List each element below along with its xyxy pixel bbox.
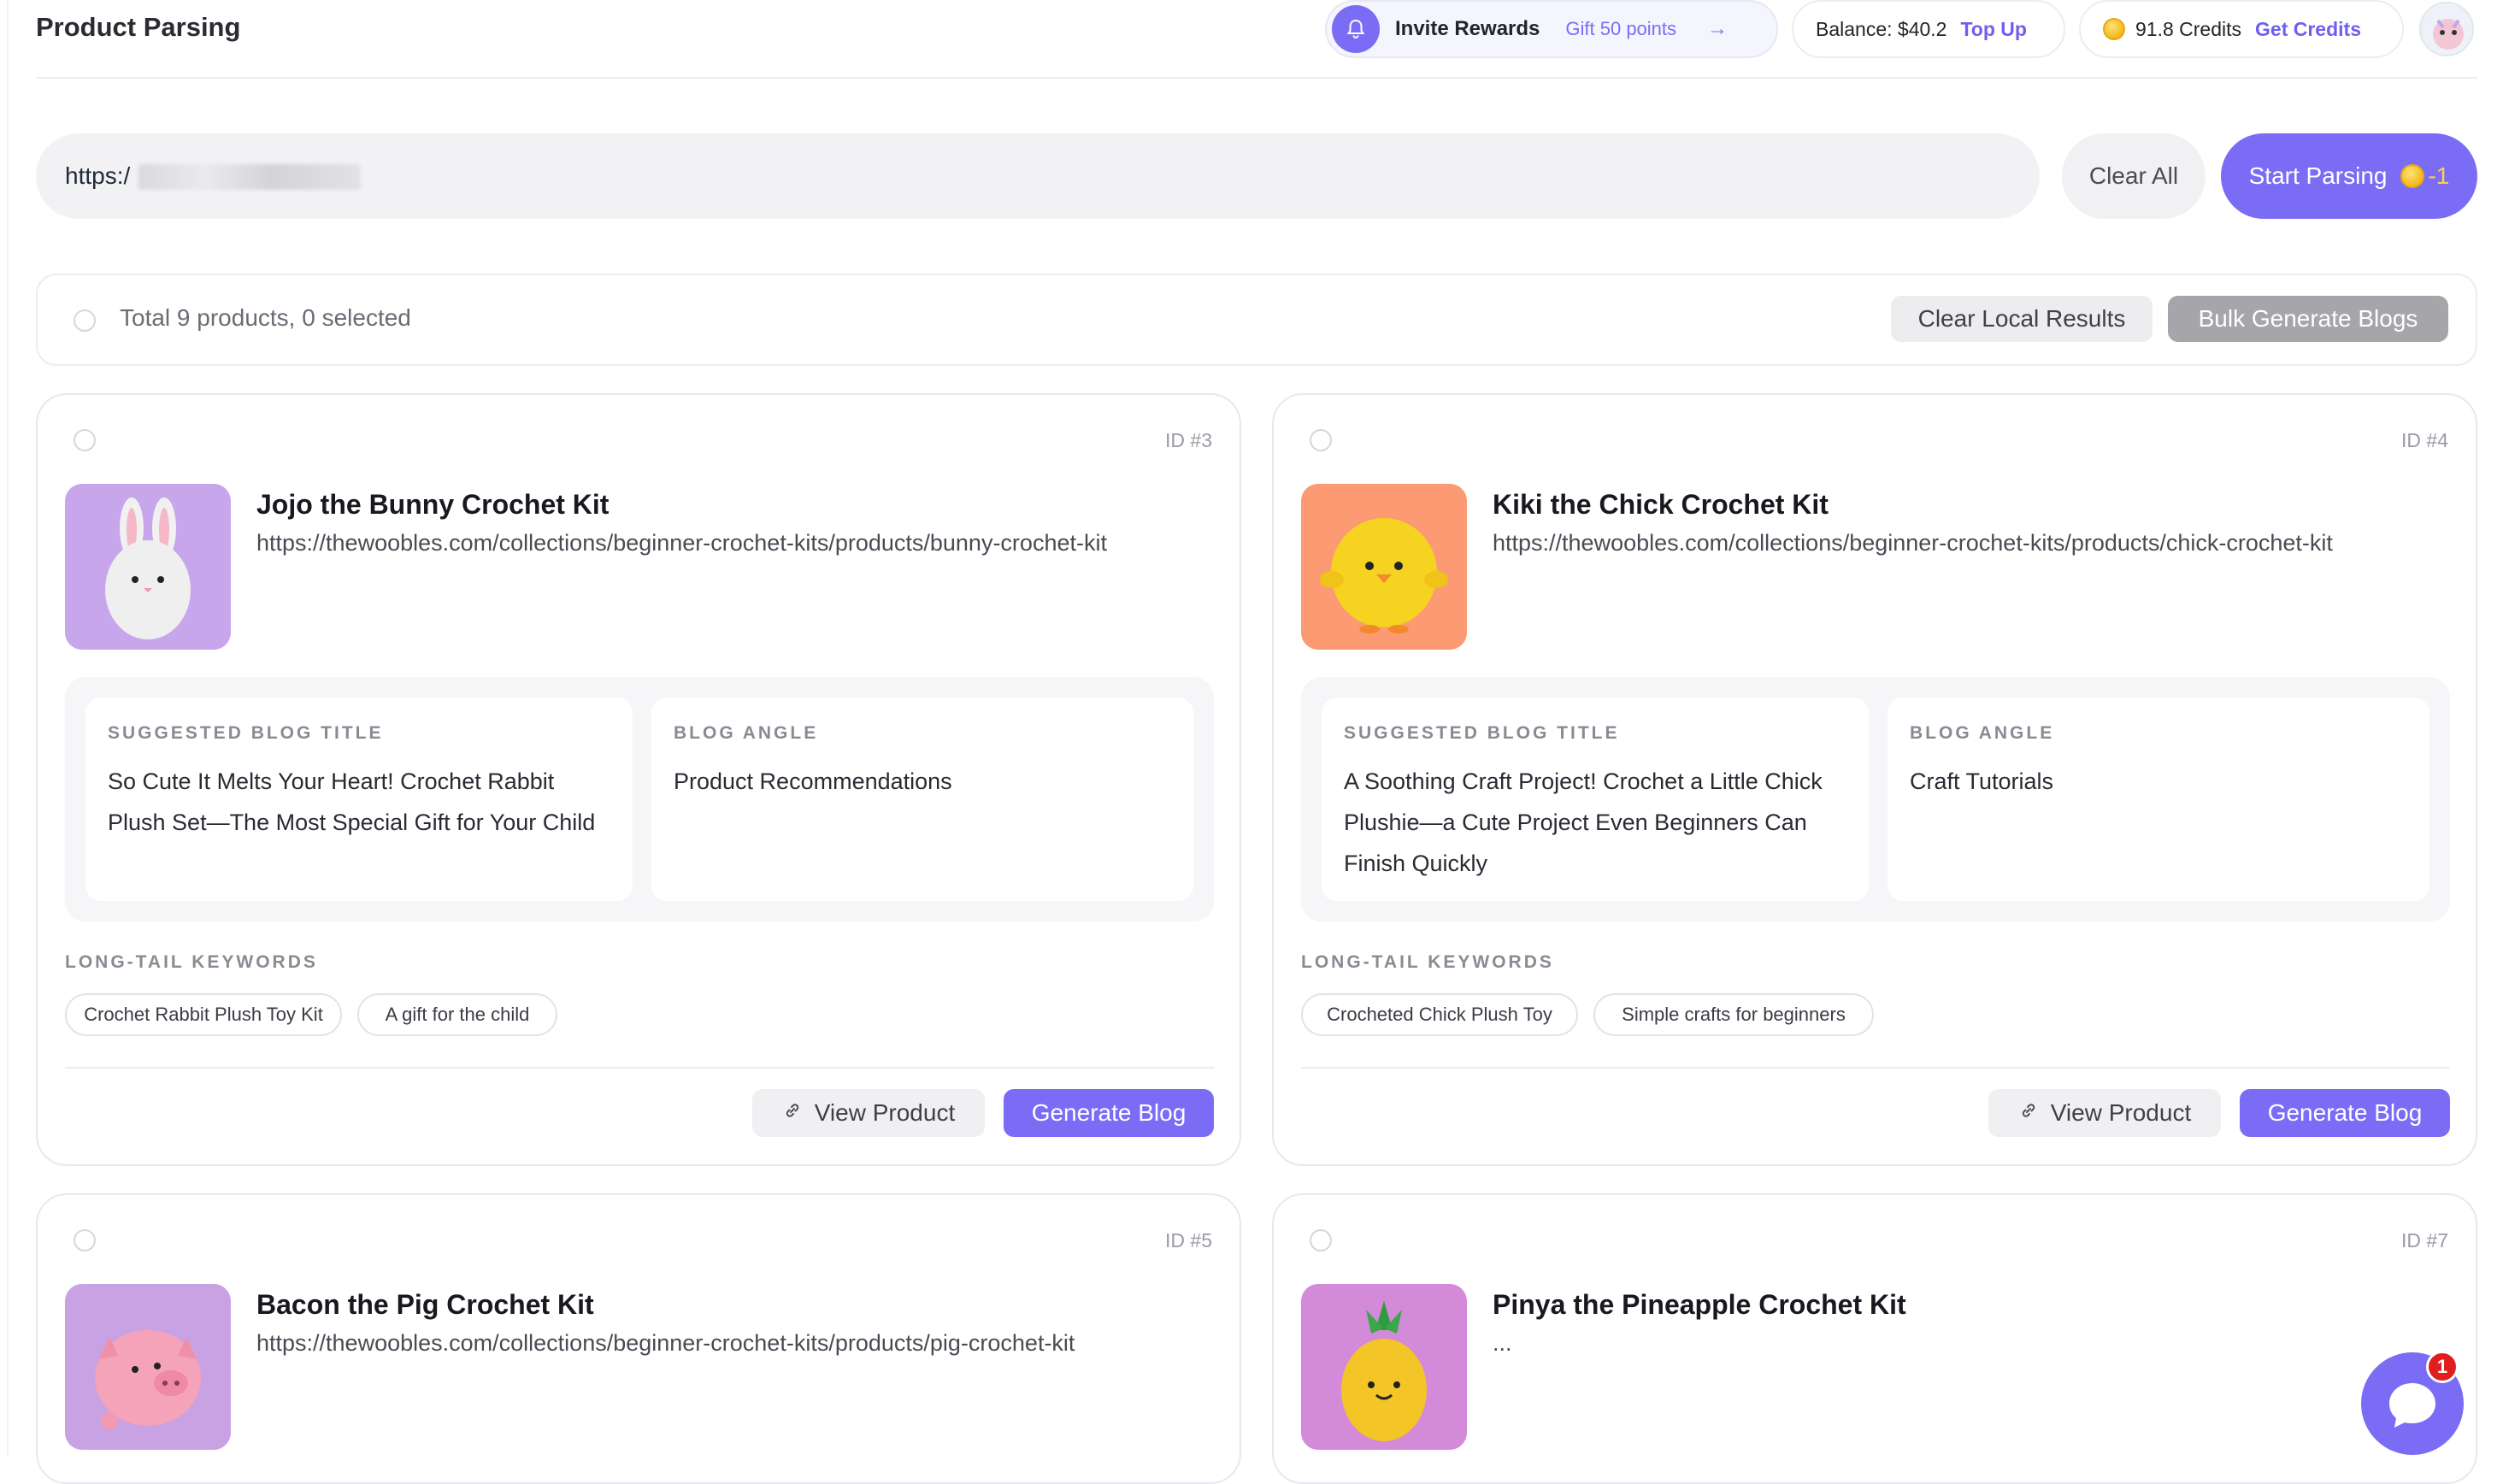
bell-icon <box>1332 5 1380 53</box>
bulk-generate-blogs-button[interactable]: Bulk Generate Blogs <box>2168 296 2448 342</box>
arrow-right-icon: → <box>1707 17 1729 40</box>
card-divider <box>65 1067 1214 1069</box>
link-icon <box>2018 1099 2039 1127</box>
product-url[interactable]: https://thewoobles.com/collections/begin… <box>256 530 1107 556</box>
product-url[interactable]: https://thewoobles.com/collections/begin… <box>1493 530 2333 556</box>
pig-crochet-image <box>65 1284 231 1450</box>
suggested-title-label: SUGGESTED BLOG TITLE <box>108 723 384 743</box>
top-up-link[interactable]: Top Up <box>1960 18 2027 41</box>
view-product-label: View Product <box>2050 1099 2192 1126</box>
select-all-checkbox[interactable] <box>74 309 96 332</box>
get-credits-link[interactable]: Get Credits <box>2255 18 2361 41</box>
product-card: ID #3 Jojo the Bunny Crochet Kit https:/… <box>36 393 1241 1166</box>
clear-local-results-button[interactable]: Clear Local Results <box>1891 296 2153 342</box>
product-card: ID #5 Bacon the Pig Crochet Kit https://… <box>36 1193 1241 1484</box>
product-id: ID #4 <box>2401 429 2448 451</box>
keyword-tag: Simple crafts for beginners <box>1593 993 1874 1036</box>
invite-rewards-button[interactable]: Invite Rewards Gift 50 points → <box>1325 0 1778 58</box>
chick-crochet-image <box>1301 484 1467 650</box>
view-product-button[interactable]: View Product <box>1988 1089 2221 1137</box>
product-id: ID #5 <box>1165 1229 1212 1251</box>
blog-angle-label: BLOG ANGLE <box>1910 723 2055 743</box>
product-card: ID #7 Pinya the Pineapple Crochet Kit ..… <box>1272 1193 2477 1484</box>
invite-rewards-label: Invite Rewards <box>1395 17 1540 40</box>
product-select-checkbox[interactable] <box>74 1229 96 1251</box>
blog-angle-value: Craft Tutorials <box>1910 768 2054 794</box>
bunny-crochet-image <box>65 484 231 650</box>
product-url: ... <box>1493 1330 1512 1356</box>
redacted-url-text <box>138 164 361 190</box>
keyword-tag: Crocheted Chick Plush Toy <box>1301 993 1578 1036</box>
page-title: Product Parsing <box>36 12 241 42</box>
generate-blog-button[interactable]: Generate Blog <box>1004 1089 1214 1137</box>
keywords-label: LONG-TAIL KEYWORDS <box>65 952 318 972</box>
card-divider <box>1301 1067 2450 1069</box>
keywords-label: LONG-TAIL KEYWORDS <box>1301 952 1554 972</box>
parsing-cost: -1 <box>2428 162 2450 189</box>
generate-blog-button[interactable]: Generate Blog <box>2240 1089 2450 1137</box>
suggested-title-box: SUGGESTED BLOG TITLE A Soothing Craft Pr… <box>1322 698 1869 901</box>
product-name: Pinya the Pineapple Crochet Kit <box>1493 1289 1906 1320</box>
clear-all-button[interactable]: Clear All <box>2062 133 2206 219</box>
blog-angle-box: BLOG ANGLE Craft Tutorials <box>1888 698 2429 901</box>
product-name: Kiki the Chick Crochet Kit <box>1493 489 1829 520</box>
notification-badge: 1 <box>2426 1351 2459 1383</box>
product-name: Bacon the Pig Crochet Kit <box>256 1289 594 1320</box>
blog-suggestion-panel: SUGGESTED BLOG TITLE So Cute It Melts Yo… <box>65 677 1214 922</box>
keyword-tag: A gift for the child <box>357 993 557 1036</box>
product-card: ID #4 Kiki the Chick Crochet Kit https:/… <box>1272 393 2477 1166</box>
blog-angle-value: Product Recommendations <box>674 768 952 794</box>
product-id: ID #3 <box>1165 429 1212 451</box>
product-url[interactable]: https://thewoobles.com/collections/begin… <box>256 1330 1075 1357</box>
gift-points-text: Gift 50 points <box>1565 18 1677 39</box>
product-select-checkbox[interactable] <box>74 429 96 451</box>
coin-icon <box>2103 18 2125 40</box>
start-parsing-label: Start Parsing <box>2248 162 2388 189</box>
view-product-label: View Product <box>814 1099 956 1126</box>
balance-text: Balance: $40.2 <box>1816 17 1947 40</box>
product-name: Jojo the Bunny Crochet Kit <box>256 489 610 520</box>
balance-pill: Balance: $40.2 Top Up <box>1792 0 2065 58</box>
suggested-title-value: A Soothing Craft Project! Crochet a Litt… <box>1344 768 1823 876</box>
avatar[interactable] <box>2419 2 2474 56</box>
left-divider <box>7 0 9 1457</box>
credits-text: 91.8 Credits <box>2135 17 2242 40</box>
blog-angle-label: BLOG ANGLE <box>674 723 819 743</box>
selection-summary: Total 9 products, 0 selected <box>120 304 411 331</box>
product-select-checkbox[interactable] <box>1310 1229 1332 1251</box>
header-divider <box>36 77 2477 79</box>
credits-pill: 91.8 Credits Get Credits <box>2079 0 2404 58</box>
blog-angle-box: BLOG ANGLE Product Recommendations <box>651 698 1193 901</box>
link-icon <box>782 1099 803 1127</box>
suggested-title-box: SUGGESTED BLOG TITLE So Cute It Melts Yo… <box>85 698 633 901</box>
suggested-title-label: SUGGESTED BLOG TITLE <box>1344 723 1620 743</box>
start-parsing-button[interactable]: Start Parsing -1 <box>2221 133 2477 219</box>
product-id: ID #7 <box>2401 1229 2448 1251</box>
suggested-title-value: So Cute It Melts Your Heart! Crochet Rab… <box>108 768 596 835</box>
url-input-container <box>36 133 2040 219</box>
coin-icon <box>2400 164 2425 188</box>
pineapple-crochet-image <box>1301 1284 1467 1450</box>
keyword-tag: Crochet Rabbit Plush Toy Kit <box>65 993 342 1036</box>
blog-suggestion-panel: SUGGESTED BLOG TITLE A Soothing Craft Pr… <box>1301 677 2450 922</box>
view-product-button[interactable]: View Product <box>752 1089 985 1137</box>
product-select-checkbox[interactable] <box>1310 429 1332 451</box>
